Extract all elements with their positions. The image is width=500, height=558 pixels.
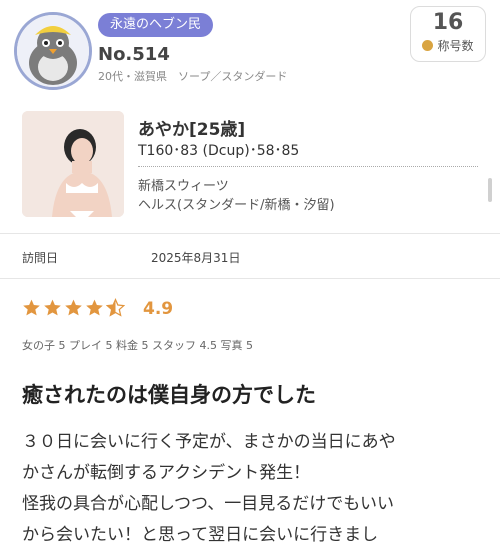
- review-line: かさんが転倒するアクシデント発生！: [22, 463, 311, 483]
- rating-stars: [22, 298, 125, 317]
- title-count: 16: [432, 10, 464, 35]
- section-divider: [0, 278, 500, 279]
- member-meta: 20代・滋賀県 ソープ／スタンダード: [98, 70, 288, 83]
- user-avatar[interactable]: [14, 12, 92, 90]
- review-title: 癒されたのは僕自身の方でした: [22, 383, 316, 407]
- shop-genre: ヘルス(スタンダード/新橋・汐留): [138, 198, 335, 213]
- girl-name[interactable]: あやか[25歳]: [138, 115, 245, 140]
- rank-badge: 永遠のヘブン民: [98, 13, 214, 37]
- star-icon: [23, 299, 40, 316]
- review-body: ３０日に会いに行く予定が、まさかの当日にあや かさんが転倒するアクシデント発生！…: [22, 427, 492, 551]
- star-icon: [86, 299, 103, 316]
- star-half-icon: [106, 298, 125, 317]
- title-count-box[interactable]: 16 称号数: [410, 6, 486, 62]
- dotted-divider: [138, 166, 478, 167]
- sub-ratings: 女の子 5 プレイ 5 料金 5 スタッフ 4.5 写真 5: [22, 339, 253, 352]
- rating-score: 4.9: [143, 299, 174, 319]
- star-icon: [44, 299, 61, 316]
- shop-name[interactable]: 新橋スウィーツ: [138, 175, 229, 194]
- photo-image: [22, 111, 124, 217]
- title-count-label: 称号数: [437, 39, 474, 53]
- review-line: 怪我の具合が心配しつつ、一目見るだけでもいい: [22, 494, 394, 514]
- scrollbar[interactable]: [488, 178, 492, 202]
- review-line: から会いたい！と思って翌日に会いに行きまし: [22, 525, 379, 545]
- visit-date: 2025年8月31日: [151, 251, 241, 265]
- visit-date-label: 訪問日: [22, 251, 59, 265]
- review-line: ３０日に会いに行く予定が、まさかの当日にあや: [22, 432, 396, 452]
- star-icon: [65, 299, 82, 316]
- section-divider: [0, 233, 500, 234]
- penguin-avatar-icon: [17, 15, 89, 87]
- coin-icon: [422, 40, 434, 51]
- girl-photo[interactable]: [22, 111, 124, 217]
- member-number: No.514: [98, 44, 170, 65]
- girl-size: T160･83 (Dcup)･58･85: [138, 143, 300, 159]
